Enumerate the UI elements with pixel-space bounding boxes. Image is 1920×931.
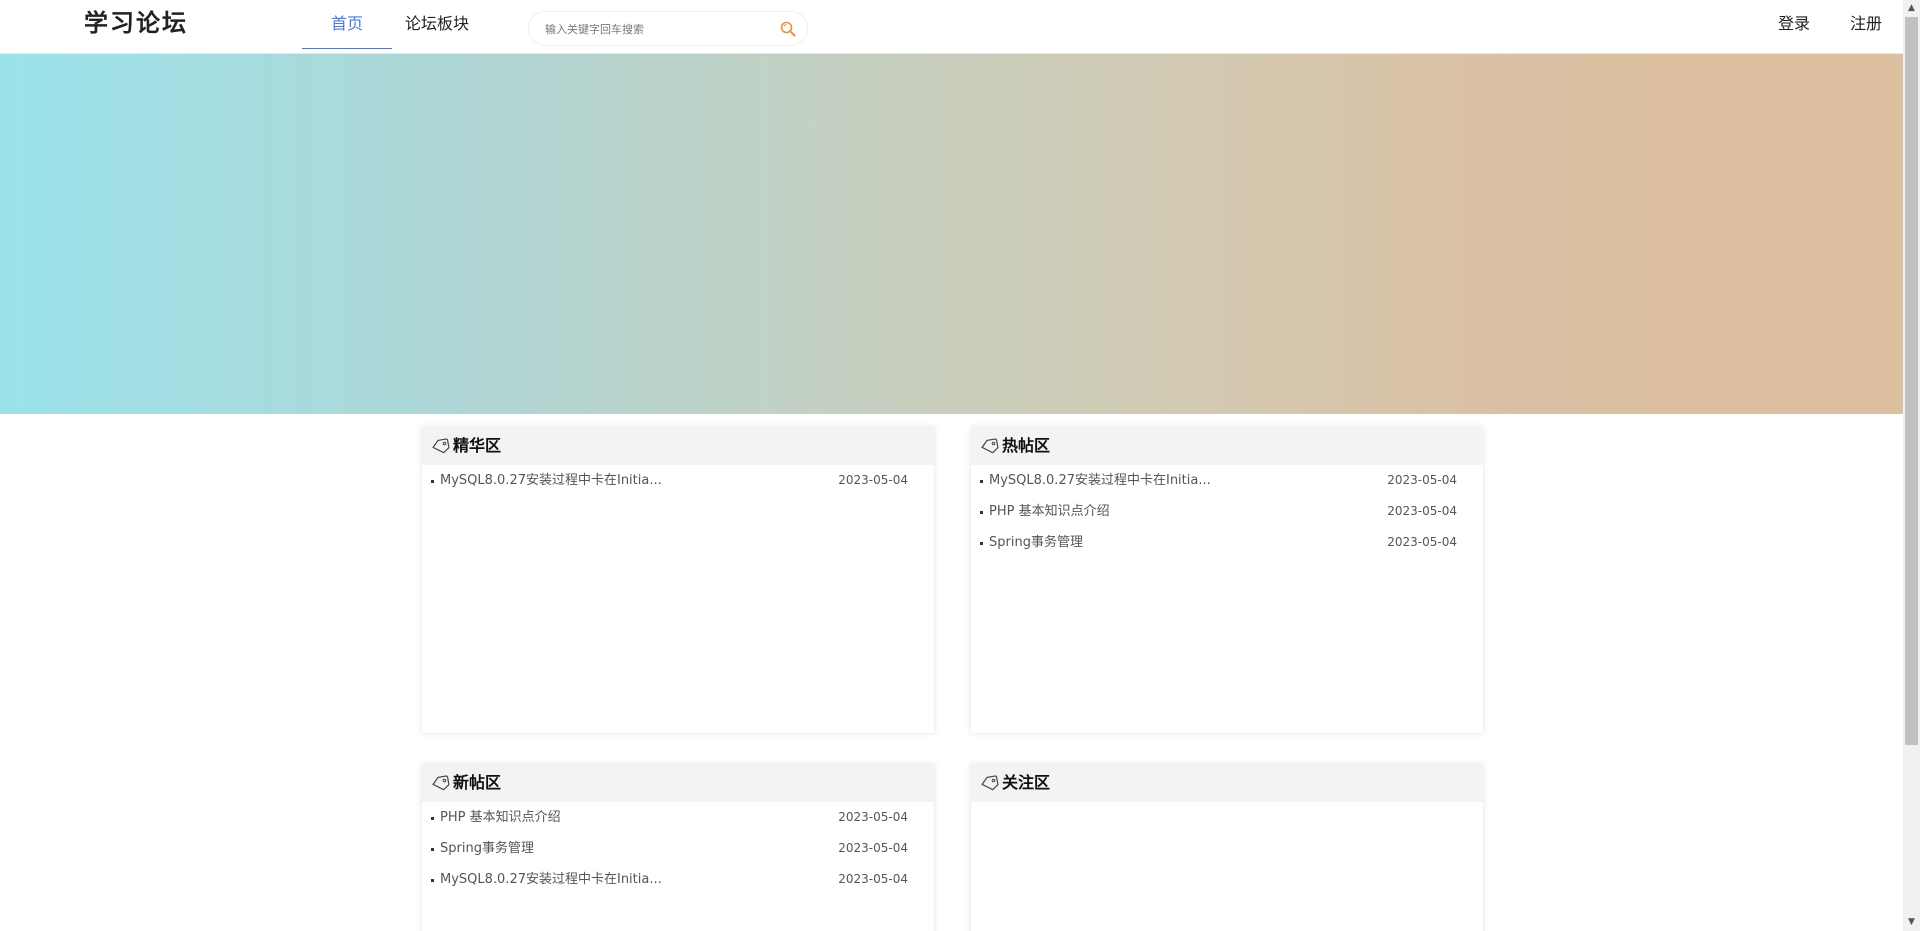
vertical-scrollbar[interactable]: ▲ ▼ (1903, 0, 1920, 931)
page: 学习论坛 首页 论坛板块 登录 注册 精华区 (0, 0, 1920, 931)
tag-icon (981, 775, 999, 791)
post-date: 2023-05-04 (838, 841, 908, 855)
top-header: 学习论坛 首页 论坛板块 登录 注册 (0, 0, 1903, 54)
bullet (431, 817, 434, 820)
post-date: 2023-05-04 (1387, 473, 1457, 487)
bullet (980, 480, 983, 483)
bullet (431, 848, 434, 851)
list-item: MySQL8.0.27安装过程中卡在Initia... 2023-05-04 (422, 867, 934, 898)
new-section-header: 新帖区 (422, 764, 934, 802)
search-input[interactable] (545, 20, 765, 38)
new-section-title: 新帖区 (453, 773, 502, 792)
site-logo[interactable]: 学习论坛 (84, 8, 188, 38)
tag-icon (981, 438, 999, 454)
tag-icon (432, 438, 450, 454)
follow-section-card: 关注区 (971, 764, 1483, 931)
new-section-card: 新帖区 PHP 基本知识点介绍 2023-05-04 Spring事务管理 20… (422, 764, 934, 931)
featured-section-header: 精华区 (422, 427, 934, 465)
post-title-link[interactable]: MySQL8.0.27安装过程中卡在Initia... (989, 468, 1211, 494)
list-item: Spring事务管理 2023-05-04 (422, 836, 934, 867)
scroll-down-arrow-icon[interactable]: ▼ (1903, 914, 1920, 931)
scroll-up-arrow-icon[interactable]: ▲ (1903, 0, 1920, 17)
login-link[interactable]: 登录 (1778, 0, 1810, 50)
bullet (980, 542, 983, 545)
post-date: 2023-05-04 (838, 810, 908, 824)
follow-post-list (971, 802, 1483, 805)
post-title-link[interactable]: MySQL8.0.27安装过程中卡在Initia... (440, 468, 662, 494)
search-box (528, 11, 808, 46)
new-post-list: PHP 基本知识点介绍 2023-05-04 Spring事务管理 2023-0… (422, 802, 934, 898)
bullet (431, 879, 434, 882)
search-icon[interactable] (779, 20, 797, 38)
featured-post-list: MySQL8.0.27安装过程中卡在Initia... 2023-05-04 (422, 465, 934, 499)
nav-item-home[interactable]: 首页 (302, 0, 392, 49)
hot-post-list: MySQL8.0.27安装过程中卡在Initia... 2023-05-04 P… (971, 465, 1483, 561)
post-title-link[interactable]: PHP 基本知识点介绍 (989, 499, 1110, 525)
bullet (431, 480, 434, 483)
list-item: MySQL8.0.27安装过程中卡在Initia... 2023-05-04 (422, 468, 934, 499)
tag-icon (432, 775, 450, 791)
bullet (980, 511, 983, 514)
list-item: MySQL8.0.27安装过程中卡在Initia... 2023-05-04 (971, 468, 1483, 499)
hot-section-header: 热帖区 (971, 427, 1483, 465)
post-title-link[interactable]: MySQL8.0.27安装过程中卡在Initia... (440, 867, 662, 893)
hot-section-card: 热帖区 MySQL8.0.27安装过程中卡在Initia... 2023-05-… (971, 427, 1483, 733)
post-title-link[interactable]: Spring事务管理 (440, 836, 534, 862)
nav-item-forum-boards[interactable]: 论坛板块 (392, 0, 482, 49)
list-item: Spring事务管理 2023-05-04 (971, 530, 1483, 561)
featured-section-title: 精华区 (453, 436, 502, 455)
hot-section-title: 热帖区 (1002, 436, 1051, 455)
list-item: PHP 基本知识点介绍 2023-05-04 (422, 805, 934, 836)
follow-section-header: 关注区 (971, 764, 1483, 802)
main-nav: 首页 论坛板块 (302, 0, 482, 54)
register-link[interactable]: 注册 (1850, 0, 1882, 50)
post-date: 2023-05-04 (838, 872, 908, 886)
post-date: 2023-05-04 (1387, 504, 1457, 518)
list-item: PHP 基本知识点介绍 2023-05-04 (971, 499, 1483, 530)
follow-section-title: 关注区 (1002, 773, 1051, 792)
post-title-link[interactable]: Spring事务管理 (989, 530, 1083, 556)
post-date: 2023-05-04 (1387, 535, 1457, 549)
scrollbar-thumb[interactable] (1905, 17, 1918, 745)
post-title-link[interactable]: PHP 基本知识点介绍 (440, 805, 561, 831)
post-date: 2023-05-04 (838, 473, 908, 487)
hero-banner (0, 54, 1903, 414)
featured-section-card: 精华区 MySQL8.0.27安装过程中卡在Initia... 2023-05-… (422, 427, 934, 733)
